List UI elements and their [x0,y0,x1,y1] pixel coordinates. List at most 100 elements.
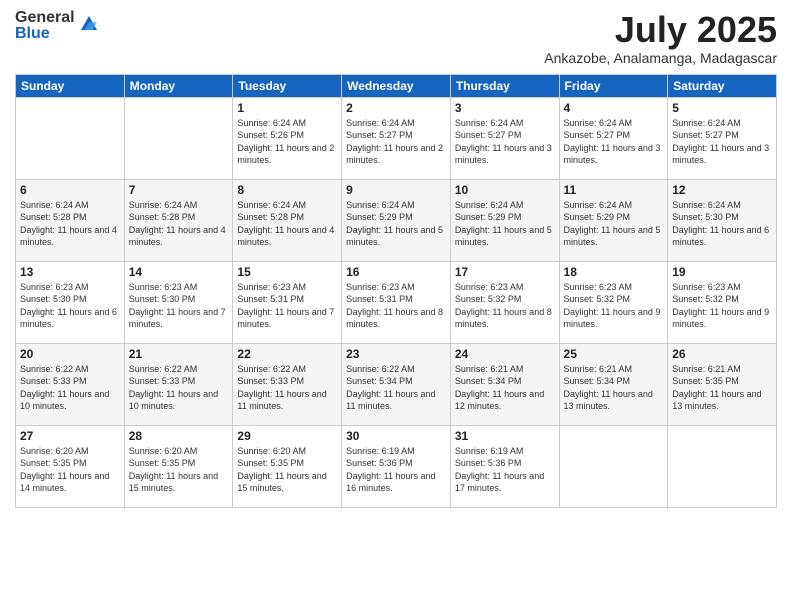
calendar-cell: 20 Sunrise: 6:22 AM Sunset: 5:33 PM Dayli… [16,343,125,425]
calendar-header-row: SundayMondayTuesdayWednesdayThursdayFrid… [16,74,777,97]
day-number: 20 [20,347,120,361]
day-info: Sunrise: 6:22 AM Sunset: 5:33 PM Dayligh… [237,363,337,413]
day-number: 24 [455,347,555,361]
day-info: Sunrise: 6:22 AM Sunset: 5:33 PM Dayligh… [20,363,120,413]
calendar-cell: 30Sunrise: 6:19 AM Sunset: 5:36 PM Dayli… [342,425,451,507]
calendar-header-sunday: Sunday [16,74,125,97]
calendar-cell: 15Sunrise: 6:23 AM Sunset: 5:31 PM Dayli… [233,261,342,343]
month-year-title: July 2025 [544,10,777,50]
calendar-cell: 22Sunrise: 6:22 AM Sunset: 5:33 PM Dayli… [233,343,342,425]
day-number: 7 [129,183,229,197]
day-number: 12 [672,183,772,197]
day-number: 31 [455,429,555,443]
day-info: Sunrise: 6:24 AM Sunset: 5:29 PM Dayligh… [455,199,555,249]
day-info: Sunrise: 6:24 AM Sunset: 5:28 PM Dayligh… [129,199,229,249]
calendar-cell: 4Sunrise: 6:24 AM Sunset: 5:27 PM Daylig… [559,97,668,179]
day-info: Sunrise: 6:20 AM Sunset: 5:35 PM Dayligh… [237,445,337,495]
calendar-cell: 27 Sunrise: 6:20 AM Sunset: 5:35 PM Dayli… [16,425,125,507]
calendar-cell: 7 Sunrise: 6:24 AM Sunset: 5:28 PM Daylig… [124,179,233,261]
calendar-cell: 17 Sunrise: 6:23 AM Sunset: 5:32 PM Dayli… [450,261,559,343]
day-number: 16 [346,265,446,279]
day-info: Sunrise: 6:23 AM Sunset: 5:32 PM Dayligh… [455,281,555,331]
day-number: 3 [455,101,555,115]
calendar-cell: 12 Sunrise: 6:24 AM Sunset: 5:30 PM Dayli… [668,179,777,261]
header: General Blue July 2025 Ankazobe, Analama… [15,10,777,66]
page: General Blue July 2025 Ankazobe, Analama… [0,0,792,612]
day-info: Sunrise: 6:24 AM Sunset: 5:29 PM Dayligh… [564,199,664,249]
day-number: 6 [20,183,120,197]
location-text: Ankazobe, Analamanga, Madagascar [544,50,777,66]
calendar-week-2: 6 Sunrise: 6:24 AM Sunset: 5:28 PM Daylig… [16,179,777,261]
day-number: 8 [237,183,337,197]
calendar-cell: 16 Sunrise: 6:23 AM Sunset: 5:31 PM Dayli… [342,261,451,343]
day-info: Sunrise: 6:21 AM Sunset: 5:34 PM Dayligh… [455,363,555,413]
calendar-header-thursday: Thursday [450,74,559,97]
day-info: Sunrise: 6:23 AM Sunset: 5:30 PM Dayligh… [129,281,229,331]
day-info: Sunrise: 6:24 AM Sunset: 5:26 PM Dayligh… [237,117,337,167]
calendar-header-saturday: Saturday [668,74,777,97]
calendar-cell: 26 Sunrise: 6:21 AM Sunset: 5:35 PM Dayli… [668,343,777,425]
day-number: 14 [129,265,229,279]
calendar-cell: 25 Sunrise: 6:21 AM Sunset: 5:34 PM Dayli… [559,343,668,425]
calendar-header-friday: Friday [559,74,668,97]
calendar-cell: 13Sunrise: 6:23 AM Sunset: 5:30 PM Dayli… [16,261,125,343]
calendar-cell: 21Sunrise: 6:22 AM Sunset: 5:33 PM Dayli… [124,343,233,425]
logo-general: General [15,10,75,26]
day-info: Sunrise: 6:20 AM Sunset: 5:35 PM Dayligh… [129,445,229,495]
day-number: 30 [346,429,446,443]
day-number: 18 [564,265,664,279]
calendar-week-5: 27 Sunrise: 6:20 AM Sunset: 5:35 PM Dayli… [16,425,777,507]
calendar-cell: 19 Sunrise: 6:23 AM Sunset: 5:32 PM Dayli… [668,261,777,343]
day-number: 25 [564,347,664,361]
day-info: Sunrise: 6:21 AM Sunset: 5:34 PM Dayligh… [564,363,664,413]
day-number: 17 [455,265,555,279]
day-info: Sunrise: 6:24 AM Sunset: 5:27 PM Dayligh… [564,117,664,167]
day-number: 2 [346,101,446,115]
calendar-cell [559,425,668,507]
day-number: 26 [672,347,772,361]
logo: General Blue [15,10,101,42]
day-info: Sunrise: 6:23 AM Sunset: 5:32 PM Dayligh… [672,281,772,331]
day-info: Sunrise: 6:23 AM Sunset: 5:30 PM Dayligh… [20,281,120,331]
day-info: Sunrise: 6:20 AM Sunset: 5:35 PM Dayligh… [20,445,120,495]
logo-text: General Blue [15,10,75,42]
day-number: 11 [564,183,664,197]
day-info: Sunrise: 6:24 AM Sunset: 5:27 PM Dayligh… [346,117,446,167]
day-number: 15 [237,265,337,279]
day-info: Sunrise: 6:24 AM Sunset: 5:27 PM Dayligh… [455,117,555,167]
calendar-cell [668,425,777,507]
day-info: Sunrise: 6:24 AM Sunset: 5:28 PM Dayligh… [237,199,337,249]
calendar-cell: 23Sunrise: 6:22 AM Sunset: 5:34 PM Dayli… [342,343,451,425]
day-number: 29 [237,429,337,443]
calendar-header-tuesday: Tuesday [233,74,342,97]
day-info: Sunrise: 6:24 AM Sunset: 5:29 PM Dayligh… [346,199,446,249]
title-section: July 2025 Ankazobe, Analamanga, Madagasc… [544,10,777,66]
day-info: Sunrise: 6:23 AM Sunset: 5:31 PM Dayligh… [346,281,446,331]
logo-icon [77,12,101,36]
day-number: 10 [455,183,555,197]
calendar-cell: 18 Sunrise: 6:23 AM Sunset: 5:32 PM Dayli… [559,261,668,343]
calendar-week-1: 1 Sunrise: 6:24 AM Sunset: 5:26 PM Daylig… [16,97,777,179]
day-info: Sunrise: 6:24 AM Sunset: 5:30 PM Dayligh… [672,199,772,249]
calendar-cell: 2 Sunrise: 6:24 AM Sunset: 5:27 PM Daylig… [342,97,451,179]
calendar-cell: 24 Sunrise: 6:21 AM Sunset: 5:34 PM Dayli… [450,343,559,425]
day-info: Sunrise: 6:24 AM Sunset: 5:28 PM Dayligh… [20,199,120,249]
day-number: 27 [20,429,120,443]
day-number: 19 [672,265,772,279]
calendar-cell: 10 Sunrise: 6:24 AM Sunset: 5:29 PM Dayli… [450,179,559,261]
calendar-cell: 8 Sunrise: 6:24 AM Sunset: 5:28 PM Daylig… [233,179,342,261]
calendar-table: SundayMondayTuesdayWednesdayThursdayFrid… [15,74,777,508]
calendar-cell: 11 Sunrise: 6:24 AM Sunset: 5:29 PM Dayli… [559,179,668,261]
day-info: Sunrise: 6:23 AM Sunset: 5:32 PM Dayligh… [564,281,664,331]
day-info: Sunrise: 6:19 AM Sunset: 5:36 PM Dayligh… [455,445,555,495]
day-info: Sunrise: 6:21 AM Sunset: 5:35 PM Dayligh… [672,363,772,413]
calendar-cell: 6 Sunrise: 6:24 AM Sunset: 5:28 PM Daylig… [16,179,125,261]
calendar-header-monday: Monday [124,74,233,97]
logo-blue: Blue [15,26,75,42]
calendar-cell: 14 Sunrise: 6:23 AM Sunset: 5:30 PM Dayli… [124,261,233,343]
calendar-cell [16,97,125,179]
calendar-header-wednesday: Wednesday [342,74,451,97]
day-number: 1 [237,101,337,115]
calendar-cell [124,97,233,179]
calendar-cell: 29 Sunrise: 6:20 AM Sunset: 5:35 PM Dayli… [233,425,342,507]
